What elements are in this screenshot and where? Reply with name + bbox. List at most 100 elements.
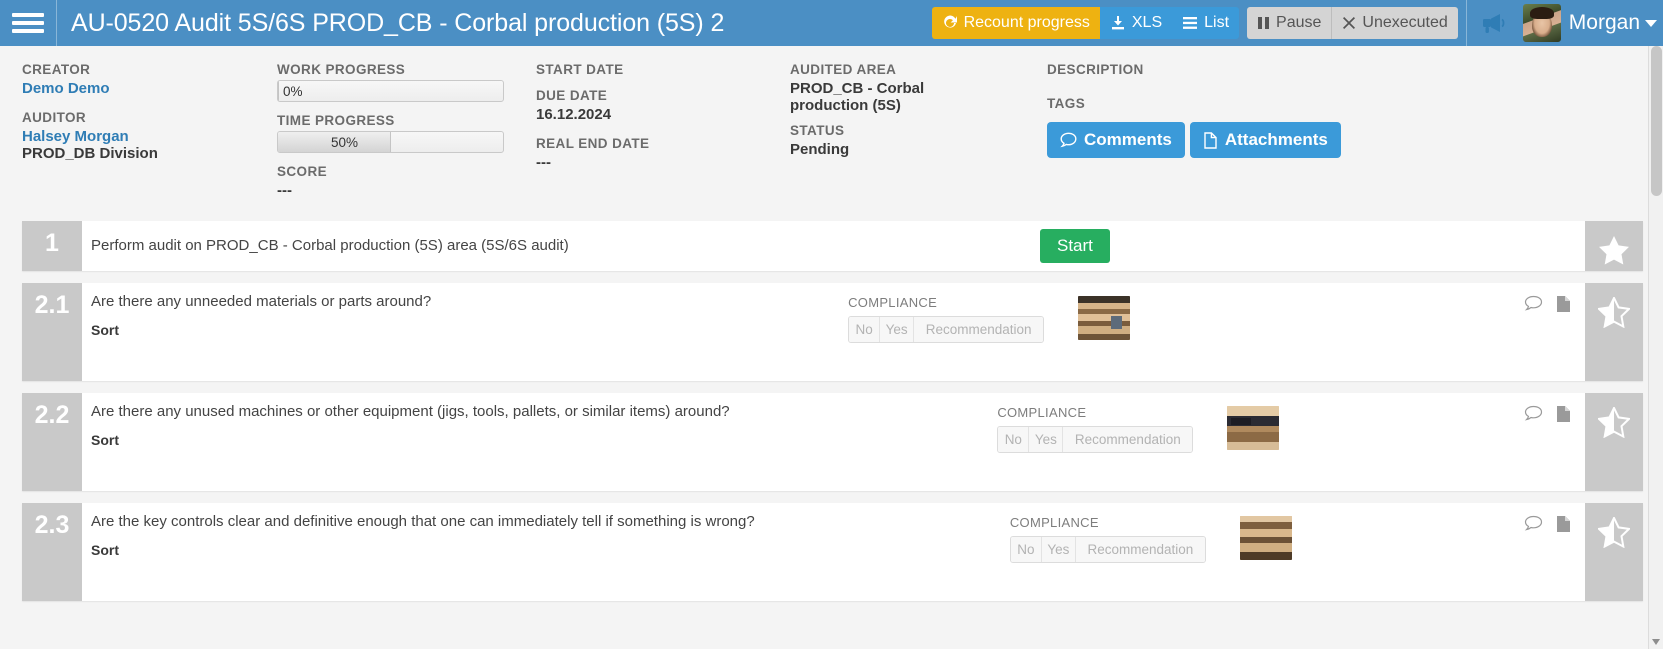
xls-label: XLS (1131, 14, 1163, 31)
favorite-star-button[interactable] (1585, 283, 1643, 381)
top-bar: AU-0520 Audit 5S/6S PROD_CB - Corbal pro… (0, 0, 1663, 46)
file-icon[interactable] (1556, 515, 1571, 538)
question-thumbnail-wrap (1078, 283, 1168, 381)
question-thumbnail[interactable] (1227, 406, 1280, 450)
comments-button[interactable]: Comments (1047, 122, 1185, 158)
question-category: Sort (91, 541, 119, 558)
attachments-button[interactable]: Attachments (1189, 122, 1341, 158)
question-thumbnail[interactable] (1239, 516, 1292, 560)
compliance-recommendation-button[interactable]: Recommendation (1074, 537, 1205, 562)
pause-button[interactable]: Pause (1247, 7, 1332, 39)
list-view-button[interactable]: List (1172, 7, 1240, 39)
compliance-recommendation-button[interactable]: Recommendation (913, 317, 1044, 342)
due-date-value: 16.12.2024 (536, 106, 612, 123)
compliance-yes-button[interactable]: Yes (1028, 427, 1063, 452)
list-label: List (1204, 14, 1230, 31)
file-icon[interactable] (1556, 295, 1571, 318)
warehouse-photo-icon (1078, 296, 1131, 340)
compliance-section: COMPLIANCE No Yes Recommendation (1009, 503, 1240, 601)
question-icons (1330, 503, 1585, 601)
question-thumbnail[interactable] (1078, 296, 1131, 340)
description-label: DESCRIPTION (1047, 62, 1144, 77)
task-title: Perform audit on PROD_CB - Corbal produc… (91, 236, 569, 254)
page-title: AU-0520 Audit 5S/6S PROD_CB - Corbal pro… (71, 8, 725, 37)
recount-progress-label: Recount progress (963, 14, 1090, 31)
unexecuted-button[interactable]: Unexecuted (1331, 7, 1458, 39)
time-progress-value: 50% (331, 134, 359, 150)
comment-icon[interactable] (1524, 405, 1543, 427)
megaphone-icon[interactable] (1467, 12, 1519, 34)
favorite-star-button[interactable] (1585, 221, 1643, 271)
storage-photo-icon (1239, 516, 1292, 560)
info-column-people: CREATOR Demo Demo AUDITOR Halsey Morgan … (22, 62, 158, 162)
compliance-no-button[interactable]: No (1010, 537, 1041, 562)
question-title: Are the key controls clear and definitiv… (91, 513, 755, 530)
scrollbar-thumb[interactable] (1651, 46, 1662, 196)
download-icon (1111, 16, 1124, 30)
compliance-yes-button[interactable]: Yes (879, 317, 914, 342)
audit-info-panel: CREATOR Demo Demo AUDITOR Halsey Morgan … (0, 46, 1663, 221)
question-thumbnail-wrap (1227, 393, 1317, 491)
xls-export-button[interactable]: XLS (1099, 7, 1173, 39)
comment-icon[interactable] (1524, 295, 1543, 317)
comments-label: Comments (1084, 130, 1172, 149)
favorite-star-button[interactable] (1585, 393, 1643, 491)
time-progress-label: TIME PROGRESS (277, 113, 395, 128)
compliance-button-group: No Yes Recommendation (1009, 536, 1206, 563)
compliance-label: COMPLIANCE (848, 295, 938, 310)
page-scrollbar[interactable] (1648, 46, 1663, 649)
question-text: Are there any unneeded materials or part… (82, 283, 848, 381)
status-badge: Pending (790, 141, 850, 158)
auditor-value[interactable]: Halsey Morgan (22, 128, 158, 145)
task-list: 1 Perform audit on PROD_CB - Corbal prod… (0, 221, 1663, 601)
score-value: --- (277, 182, 292, 199)
unexecuted-label: Unexecuted (1362, 14, 1448, 31)
compliance-no-button[interactable]: No (998, 427, 1029, 452)
compliance-recommendation-button[interactable]: Recommendation (1062, 427, 1193, 452)
compliance-button-group: No Yes Recommendation (997, 426, 1194, 453)
creator-value[interactable]: Demo Demo (22, 80, 158, 97)
auditor-label: AUDITOR (22, 110, 87, 125)
compliance-yes-button[interactable]: Yes (1040, 537, 1075, 562)
compliance-section: COMPLIANCE No Yes Recommendation (848, 283, 1078, 381)
comment-icon[interactable] (1524, 515, 1543, 537)
row-number: 2.2 (22, 393, 82, 491)
hamburger-menu-icon[interactable] (0, 0, 56, 46)
topbar-user-area: Morgan (1467, 4, 1663, 42)
question-title: Are there any unused machines or other e… (91, 403, 730, 420)
comment-icon (1060, 132, 1077, 148)
creator-label: CREATOR (22, 62, 91, 77)
task-text: Perform audit on PROD_CB - Corbal produc… (82, 237, 1040, 256)
real-end-date-label: REAL END DATE (536, 136, 650, 151)
star-half-icon (1598, 407, 1630, 438)
table-row: 2.3 Are the key controls clear and defin… (22, 503, 1643, 601)
question-icons (1317, 393, 1585, 491)
file-icon[interactable] (1556, 405, 1571, 428)
scroll-down-arrow-icon[interactable] (1652, 639, 1660, 645)
star-filled-icon (1599, 236, 1629, 265)
compliance-label: COMPLIANCE (997, 405, 1087, 420)
compliance-button-group: No Yes Recommendation (848, 316, 1045, 343)
start-date-label: START DATE (536, 62, 624, 77)
recount-progress-button[interactable]: Recount progress (931, 7, 1100, 39)
user-menu[interactable]: Morgan (1569, 11, 1663, 35)
times-icon (1343, 17, 1356, 29)
question-text: Are there any unused machines or other e… (82, 393, 997, 491)
tags-label: TAGS (1047, 96, 1086, 111)
task-action-area: Start (1040, 229, 1585, 263)
real-end-date-value: --- (536, 154, 551, 171)
pause-icon (1258, 17, 1270, 29)
status-label: STATUS (790, 123, 845, 138)
description-actions: Comments Attachments (1047, 122, 1341, 158)
info-column-dates: START DATE DUE DATE 16.12.2024 REAL END … (536, 62, 649, 171)
topbar-action-buttons: Recount progress XLS List Pause Unexecut… (931, 7, 1458, 39)
attachments-label: Attachments (1224, 130, 1328, 149)
user-avatar[interactable] (1522, 4, 1561, 42)
info-column-progress: WORK PROGRESS 0% TIME PROGRESS 50% SCORE… (277, 62, 504, 199)
favorite-star-button[interactable] (1585, 503, 1643, 601)
time-progress-bar: 50% (277, 131, 504, 153)
workshop-photo-icon (1227, 406, 1280, 450)
start-button[interactable]: Start (1040, 229, 1110, 263)
list-icon (1183, 17, 1198, 29)
compliance-no-button[interactable]: No (849, 317, 880, 342)
